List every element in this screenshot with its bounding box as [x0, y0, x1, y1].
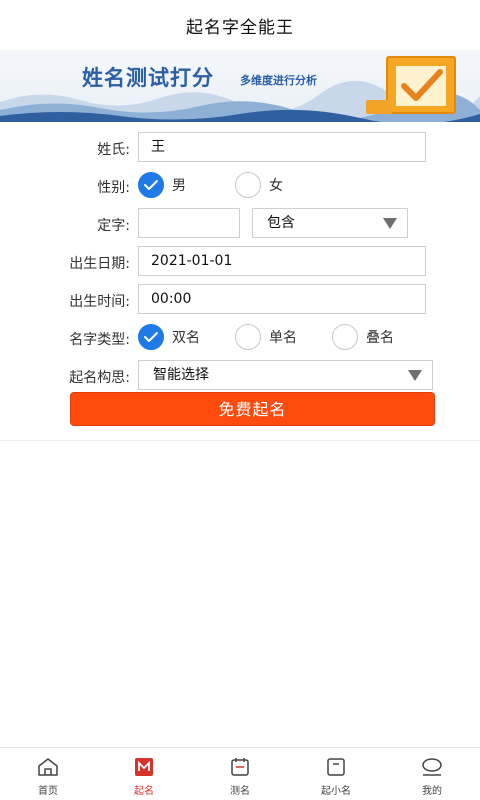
- tab-label: 起小名: [321, 786, 351, 797]
- birth-date-label: 出生日期:: [69, 256, 130, 272]
- page-title: 起名字全能王: [186, 17, 294, 38]
- gender-option-label: 男: [172, 178, 186, 194]
- unchecked-circle-icon: [332, 324, 358, 350]
- tab-label: 我的: [422, 786, 442, 797]
- bottom-tab-bar: 首页 起名 测名 起小名 我的: [0, 747, 480, 800]
- birth-date-row: 出生日期: 2021-01-01: [0, 244, 480, 282]
- fixed-char-row: 定字: 包含: [0, 206, 480, 244]
- name-type-option-label: 单名: [269, 330, 297, 346]
- banner-subtitle: 多维度进行分析: [240, 74, 317, 87]
- name-type-radio-single[interactable]: 单名: [235, 322, 297, 352]
- concept-row: 起名构思: 智能选择: [0, 358, 480, 396]
- name-type-label: 名字类型:: [69, 332, 130, 348]
- concept-value: 智能选择: [153, 367, 209, 383]
- checkmark-board-icon: [366, 56, 456, 114]
- naming-form: 姓氏: 王 性别: 男 女 定字: 包含 出生日期: 2021-01-01 出生…: [0, 122, 480, 396]
- gender-option-label: 女: [269, 178, 283, 194]
- naming-icon: [134, 756, 154, 778]
- user-icon: [421, 756, 443, 778]
- free-naming-button[interactable]: 免费起名: [70, 392, 435, 426]
- concept-select[interactable]: 智能选择: [138, 360, 433, 390]
- home-icon: [37, 756, 59, 778]
- checked-circle-icon: [138, 172, 164, 198]
- unchecked-circle-icon: [235, 324, 261, 350]
- tab-naming[interactable]: 起名: [96, 748, 192, 800]
- fixed-char-input[interactable]: [138, 208, 240, 238]
- tab-nickname[interactable]: 起小名: [288, 748, 384, 800]
- name-type-radio-repeat[interactable]: 叠名: [332, 322, 394, 352]
- name-test-banner[interactable]: 姓名测试打分 多维度进行分析: [0, 50, 480, 122]
- birth-time-input[interactable]: 00:00: [138, 284, 426, 314]
- gender-radio-male[interactable]: 男: [138, 170, 186, 200]
- fixed-char-mode-value: 包含: [267, 215, 295, 231]
- divider: [0, 440, 480, 441]
- banner-title: 姓名测试打分: [82, 66, 214, 90]
- tab-test-name[interactable]: 测名: [192, 748, 288, 800]
- tab-mine[interactable]: 我的: [384, 748, 480, 800]
- surname-row: 姓氏: 王: [0, 130, 480, 168]
- gender-radio-female[interactable]: 女: [235, 170, 283, 200]
- surname-label: 姓氏:: [97, 142, 130, 158]
- name-type-row: 名字类型: 双名 单名 叠名: [0, 320, 480, 358]
- fixed-char-mode-select[interactable]: 包含: [252, 208, 408, 238]
- app-header: 起名字全能王: [0, 0, 480, 50]
- name-type-option-label: 叠名: [366, 330, 394, 346]
- birth-date-input[interactable]: 2021-01-01: [138, 246, 426, 276]
- calendar-icon: [230, 756, 250, 778]
- gender-row: 性别: 男 女: [0, 168, 480, 206]
- surname-input[interactable]: 王: [138, 132, 426, 162]
- birth-time-label: 出生时间:: [69, 294, 130, 310]
- name-type-option-label: 双名: [172, 330, 200, 346]
- unchecked-circle-icon: [235, 172, 261, 198]
- tab-label: 测名: [230, 786, 250, 797]
- dropdown-arrow-icon: [383, 218, 397, 229]
- concept-label: 起名构思:: [69, 370, 130, 386]
- name-type-radio-double[interactable]: 双名: [138, 322, 200, 352]
- tab-label: 首页: [38, 786, 58, 797]
- birth-time-row: 出生时间: 00:00: [0, 282, 480, 320]
- checked-circle-icon: [138, 324, 164, 350]
- fixed-char-label: 定字:: [97, 218, 130, 234]
- gender-label: 性别:: [97, 180, 130, 196]
- card-icon: [326, 756, 346, 778]
- dropdown-arrow-icon: [408, 370, 422, 381]
- tab-home[interactable]: 首页: [0, 748, 96, 800]
- tab-label: 起名: [134, 786, 154, 797]
